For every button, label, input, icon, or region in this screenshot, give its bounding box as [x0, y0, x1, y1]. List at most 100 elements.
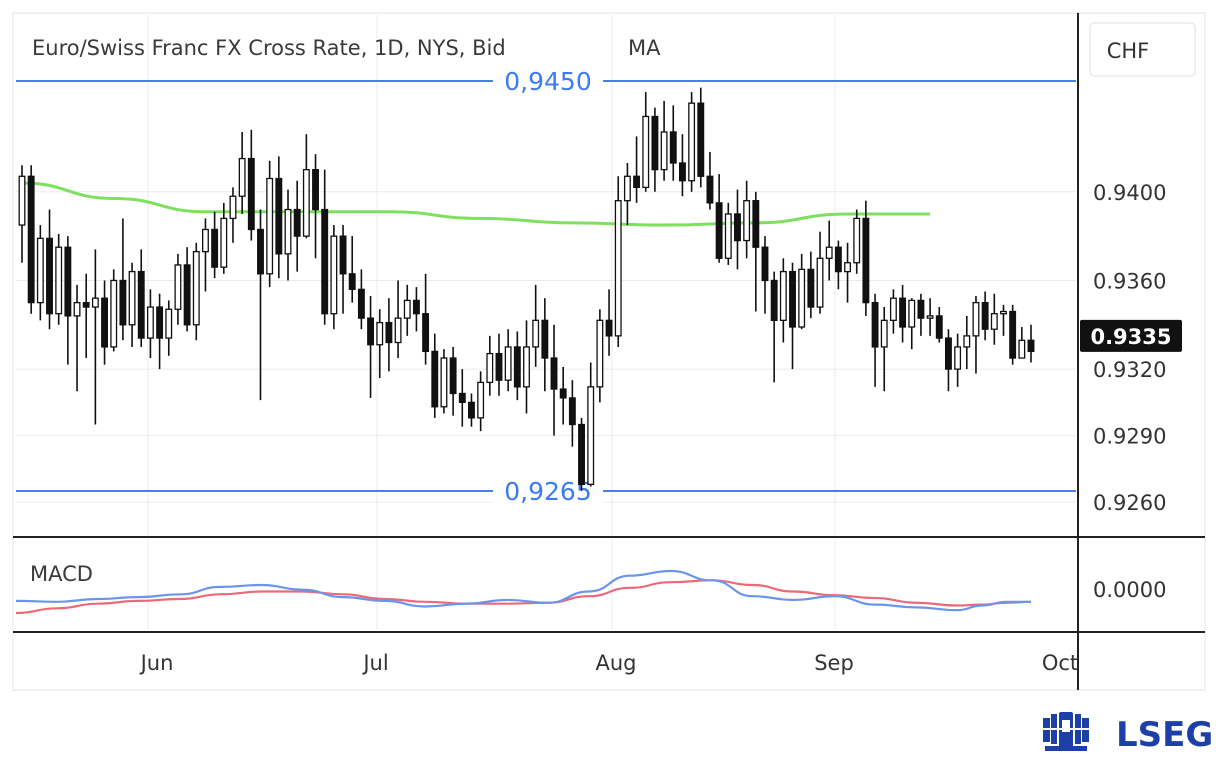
candle [440, 349, 448, 414]
indicator-label[interactable]: MA [628, 36, 661, 60]
candle-body-up [477, 381, 485, 419]
chart-canvas: CHF Euro/Swiss Franc FX Cross Rate, 1D, … [12, 12, 1213, 755]
candle-body-down [275, 177, 283, 255]
candle [55, 233, 63, 325]
candle-body-up [596, 319, 604, 388]
candle-body-up [192, 250, 200, 326]
candle-body-up [128, 270, 136, 326]
candle [110, 269, 118, 352]
candle-body-down [981, 301, 989, 330]
candle-body-up [908, 299, 916, 328]
candle-body-up [972, 301, 980, 337]
candle-body-up [110, 279, 118, 348]
y-tick-label: 0.9260 [1093, 491, 1166, 515]
candle-body-up [394, 317, 402, 344]
candle-body-up [91, 297, 99, 308]
candle-body-down [605, 319, 613, 337]
lseg-logo-text: LSEG [1116, 715, 1213, 755]
candle-body-up [284, 208, 292, 255]
candle-body-up [220, 217, 228, 268]
candle-body-up [165, 308, 173, 339]
candle-body-up [1000, 310, 1007, 315]
candle-body-up [798, 268, 806, 328]
x-tick-label: Jun [139, 651, 174, 675]
candle-body-down [468, 401, 475, 419]
y-tick-label: 0.9290 [1093, 425, 1166, 449]
candle-body-up [229, 195, 237, 220]
candle-body-up [403, 299, 411, 319]
candle-body-down [761, 246, 769, 282]
candle-body-down [422, 313, 430, 353]
candle [862, 200, 870, 316]
candle-body-down [862, 217, 870, 304]
candle-body-down [412, 299, 420, 315]
candle-body-up [330, 235, 338, 315]
last-price-label: 0.9335 [1090, 325, 1171, 349]
candle-body-up [587, 386, 595, 486]
candle-body-up [1018, 339, 1026, 359]
candle-body-down [119, 279, 127, 326]
candle-body-up [614, 200, 622, 337]
candle-body-up [816, 257, 824, 308]
candle-body-down [137, 270, 145, 339]
candle-body-down [183, 264, 191, 326]
candle-body-down [82, 301, 90, 308]
candle [614, 176, 622, 347]
candle-body-up [743, 200, 751, 242]
macd-zero-tick: 0.0000 [1093, 578, 1166, 602]
candle-body-up [825, 246, 833, 259]
candle-body-down [339, 235, 347, 275]
y-tick-label: 0.9360 [1093, 269, 1166, 293]
chart-title: Euro/Swiss Franc FX Cross Rate, 1D, NYS,… [32, 36, 506, 60]
candle-body-down [715, 202, 723, 259]
candle-body-down [935, 315, 943, 339]
candle-body-up [36, 237, 44, 304]
candle-body-down [651, 115, 659, 171]
candle-body-down [917, 299, 925, 319]
candle-body-down [495, 352, 503, 381]
candle [697, 87, 705, 188]
candle-body-down [458, 392, 466, 404]
candle-body-down [385, 321, 393, 344]
candle-body-down [834, 246, 842, 273]
candle-body-down [559, 388, 567, 399]
candle-body-down [734, 213, 741, 242]
x-tick-label: Sep [814, 651, 854, 675]
candle [266, 160, 274, 288]
candle-body-up [623, 175, 631, 202]
candle-body-down [1027, 339, 1035, 353]
candle-body-down [357, 288, 365, 319]
candle-body-down [156, 306, 164, 339]
candle-body-down [871, 301, 879, 348]
candle [1009, 304, 1017, 365]
candle-body-up [642, 115, 650, 189]
candle-body-down [770, 279, 778, 322]
candle-body-down [27, 175, 35, 304]
candle-body-down [321, 208, 329, 315]
candle-body-up [18, 175, 26, 226]
lseg-emblem-icon [1043, 712, 1089, 751]
candle-body-up [724, 213, 732, 259]
lseg-logo: LSEG [1043, 712, 1213, 755]
candle [688, 92, 696, 192]
currency-label: CHF [1107, 39, 1150, 63]
candle-body-down [944, 337, 952, 370]
candle-body-up [440, 357, 448, 408]
candle-body-down [46, 237, 53, 315]
candle-body-up [954, 346, 962, 370]
candle-body-up [202, 228, 209, 253]
candle-body-down [431, 350, 439, 408]
candle-body-down [257, 228, 264, 275]
candle-body-up [990, 313, 998, 330]
macd-label: MACD [30, 562, 93, 586]
candle-body-up [532, 319, 540, 348]
candle [578, 417, 585, 491]
candle-body-up [853, 217, 861, 264]
candle-body-up [688, 102, 696, 182]
candle-body-down [669, 131, 677, 164]
candle-body-up [302, 168, 310, 237]
candle-body-down [706, 175, 714, 204]
candle-body-down [367, 317, 375, 346]
candle-body-down [789, 270, 796, 328]
candle-body-down [211, 228, 219, 268]
